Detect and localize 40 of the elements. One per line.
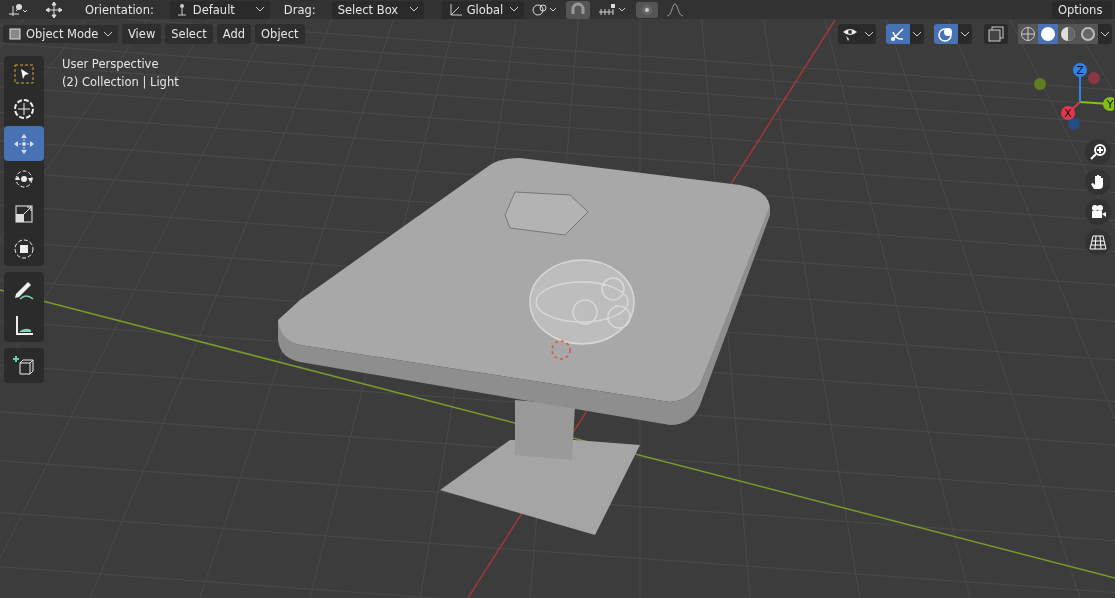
caret-icon[interactable] [958,24,972,44]
solid-shading-button[interactable] [1038,24,1058,44]
proportional-edit-icon[interactable] [635,1,658,18]
overlay-toggle[interactable] [934,24,958,44]
caret-icon [409,7,418,12]
menu-item[interactable]: Add [216,24,252,44]
select-box-icon [12,61,36,86]
cursor-icon [12,96,36,121]
magnet-icon[interactable] [565,0,590,19]
eye-icon[interactable] [838,24,862,44]
caret-icon [509,7,518,12]
viewport-info-text: (2) Collection | Light [62,74,179,91]
menu-item[interactable]: Object [255,24,305,44]
cube-icon [9,28,21,40]
drag-label: Drag: [283,2,316,17]
wireframe-shading-button[interactable] [1018,24,1038,44]
transform-icon [12,236,36,261]
orientation-dropdown[interactable]: Default [169,0,270,19]
caret-icon[interactable] [910,24,924,44]
menu-item[interactable]: View [122,24,162,44]
xray-toggle[interactable] [984,24,1008,44]
rendered-shading-button[interactable] [1078,24,1098,44]
menu-item[interactable]: Select [165,24,213,44]
caret-icon[interactable] [862,24,876,44]
viewport-info-text: User Perspective [62,56,160,73]
caret-icon[interactable] [1098,24,1112,44]
overlapping-circles-icon [938,26,954,42]
options-dropdown[interactable]: Options [1052,0,1112,19]
material-shading-button[interactable] [1058,24,1078,44]
overlapping-squares-icon [988,26,1004,42]
orientation-label: Orientation: [85,2,154,17]
add-cube-icon [12,353,36,378]
caret-icon [255,7,264,12]
move-tool-button[interactable] [4,126,44,161]
gizmo-toggle[interactable] [886,24,910,44]
transform-orientation-dropdown[interactable]: Global [441,0,524,19]
axis-gizmo-drawing[interactable]: X Y Z [1030,58,1114,134]
mode-dropdown[interactable]: Object Mode [3,25,118,43]
drag-dropdown[interactable]: Select Box [331,0,424,19]
caret-icon [104,31,112,37]
